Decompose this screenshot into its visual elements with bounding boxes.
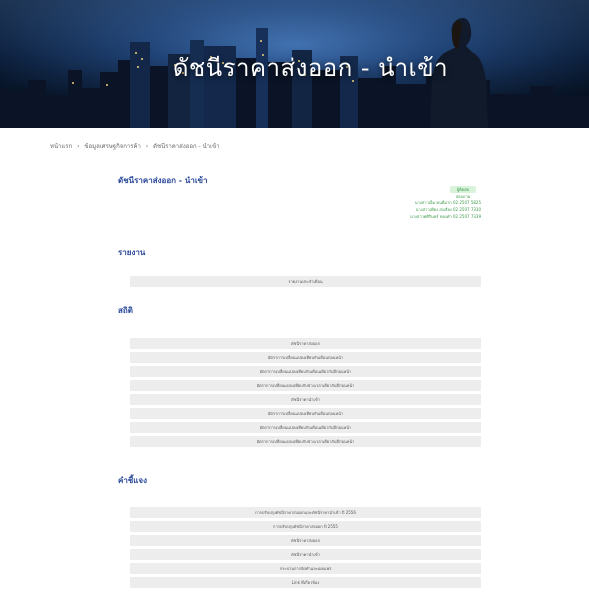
breadcrumb: หน้าแรก › ข้อมูลเศรษฐกิจการค้า › ดัชนีรา… <box>50 141 223 151</box>
stats-link[interactable]: อัตราการเปลี่ยนแปลงเทียบกับเดือนก่อนหน้า <box>130 408 481 419</box>
stats-link[interactable]: ดัชนีราคานำเข้า <box>130 394 481 405</box>
hero-title: ดัชนีราคาส่งออก - นำเข้า <box>172 54 449 82</box>
explanation-link[interactable]: การปรับปรุงดัชนีราคาส่งออกและดัชนีราคานำ… <box>130 507 481 518</box>
breadcrumb-current: ดัชนีราคาส่งออก - นำเข้า <box>153 143 220 150</box>
stats-link[interactable]: อัตราการเปลี่ยนแปลงเทียบกับช่วงเวลาเดียว… <box>130 436 481 447</box>
report-link-monthly[interactable]: รายงานประจำเดือน <box>130 276 481 287</box>
explanation-link[interactable]: Link ที่เกี่ยวข้อง <box>130 577 481 588</box>
hero-banner: ดัชนีราคาส่งออก - นำเข้า <box>0 0 589 128</box>
breadcrumb-separator: › <box>77 143 80 150</box>
explanation-link[interactable]: การปรับปรุงดัชนีราคาส่งออก ปี 2555 <box>130 521 481 532</box>
contact-tag: ผู้ติดต่อสอบถาม <box>450 186 476 199</box>
explanation-link[interactable]: ดัชนีราคาส่งออก <box>130 535 481 546</box>
explanation-link[interactable]: ดัชนีราคานำเข้า <box>130 549 481 560</box>
stats-link[interactable]: อัตราการเปลี่ยนแปลงเทียบกับช่วงเวลาเดียว… <box>130 380 481 391</box>
explanation-link[interactable]: กระบวนการจัดทำและเผยแพร่ <box>130 563 481 574</box>
contact-line: นางสาวศศิรินทร์ ทองคำ 02 2507 7339 <box>409 214 481 219</box>
stats-link[interactable]: อัตราการเปลี่ยนแปลงเทียบกับเดือนก่อนหน้า <box>130 352 481 363</box>
breadcrumb-trade-info[interactable]: ข้อมูลเศรษฐกิจการค้า <box>84 143 140 150</box>
stats-link[interactable]: ดัชนีราคาส่งออก <box>130 338 481 349</box>
section-title-explanation: คำชี้แจง <box>118 476 148 485</box>
contact-line: นางสาวเอ็ม คนดีมาก 02 2507 5825 <box>414 200 481 205</box>
stats-link[interactable]: อัตราการเปลี่ยนแปลงเทียบกับเดือนเดียวกัน… <box>130 422 481 433</box>
section-title-report: รายงาน <box>118 248 146 257</box>
contact-line: นางสาวเพียง ส่งเสียง 02 2507 7330 <box>415 207 481 212</box>
page-heading: ดัชนีราคาส่งออก - นำเข้า <box>118 176 208 185</box>
section-title-stats: สถิติ <box>118 306 133 315</box>
breadcrumb-separator: › <box>145 143 149 150</box>
stats-link[interactable]: อัตราการเปลี่ยนแปลงเทียบกับเดือนเดียวกัน… <box>130 366 481 377</box>
breadcrumb-home[interactable]: หน้าแรก <box>50 143 72 150</box>
